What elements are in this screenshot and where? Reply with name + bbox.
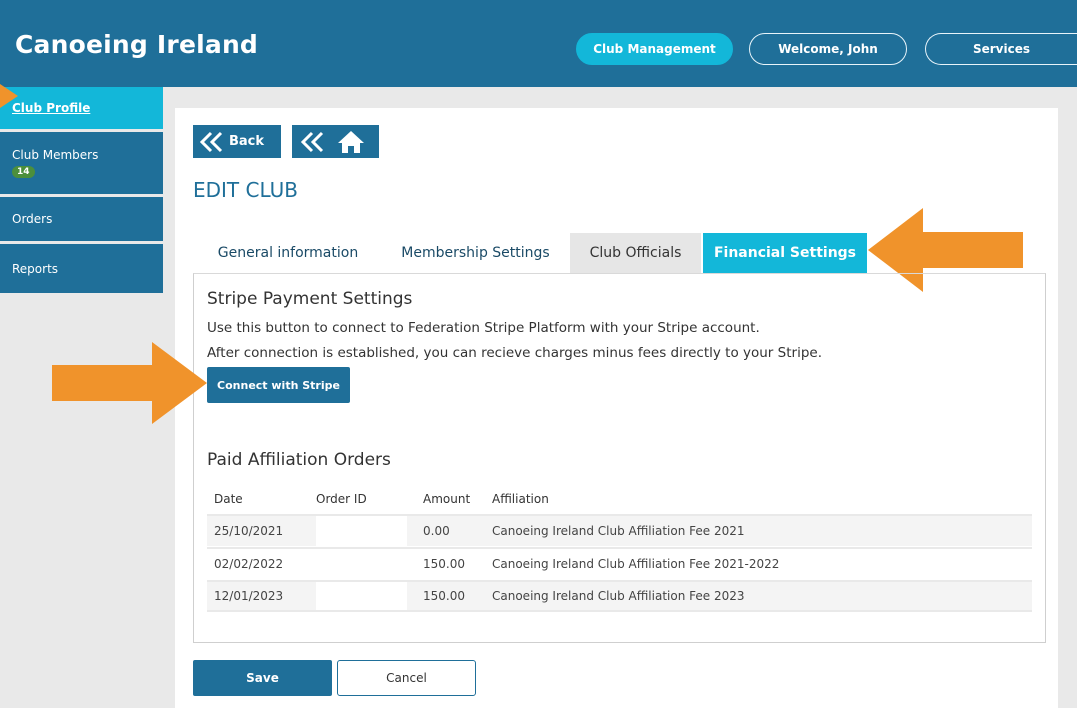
order-amount-cell: 150.00 [423, 557, 465, 571]
annotation-arrow-icon [52, 342, 207, 424]
sidebar-item-club-members[interactable]: Club Members 14 [0, 132, 163, 197]
table-row: 12/01/2023 150.00 Canoeing Ireland Club … [207, 580, 1032, 612]
double-chevron-left-icon [199, 131, 223, 152]
sidebar-item-orders[interactable]: Orders [0, 197, 163, 244]
home-icon [338, 130, 364, 153]
column-header-order-id: Order ID [316, 492, 367, 506]
sidebar-item-label: Reports [12, 261, 59, 276]
tab-general-information[interactable]: General information [193, 233, 383, 273]
app-title: Canoeing Ireland [15, 30, 259, 59]
double-chevron-left-icon [300, 131, 324, 152]
sidebar-item-reports[interactable]: Reports [0, 244, 163, 293]
top-bar: Canoeing Ireland Club Management Welcome… [0, 0, 1077, 87]
column-header-affiliation: Affiliation [492, 492, 549, 506]
tab-membership-settings[interactable]: Membership Settings [383, 233, 568, 273]
tab-financial-settings[interactable]: Financial Settings [703, 233, 867, 273]
order-id-cell [316, 582, 407, 610]
stripe-description-line-2: After connection is established, you can… [207, 345, 822, 361]
order-date-cell: 25/10/2021 [214, 524, 284, 538]
paid-affiliation-orders-heading: Paid Affiliation Orders [207, 450, 391, 470]
stripe-settings-heading: Stripe Payment Settings [207, 289, 413, 309]
save-button[interactable]: Save [193, 660, 332, 696]
back-button[interactable]: Back [193, 125, 281, 158]
sidebar-item-club-profile[interactable]: Club Profile [0, 87, 163, 132]
tab-club-officials[interactable]: Club Officials [570, 233, 701, 273]
order-id-cell [316, 516, 407, 546]
home-button[interactable] [292, 125, 379, 158]
nav-club-management-button[interactable]: Club Management [576, 33, 733, 65]
order-amount-cell: 150.00 [423, 589, 465, 603]
sidebar-item-label: Club Profile [12, 101, 91, 115]
page-title: EDIT CLUB [193, 178, 298, 202]
stripe-description-line-1: Use this button to connect to Federation… [207, 320, 760, 336]
column-header-date: Date [214, 492, 243, 506]
table-row: 25/10/2021 0.00 Canoeing Ireland Club Af… [207, 514, 1032, 546]
column-header-amount: Amount [423, 492, 471, 506]
order-affiliation-cell: Canoeing Ireland Club Affiliation Fee 20… [492, 524, 745, 538]
order-date-cell: 02/02/2022 [214, 557, 284, 571]
sidebar: Club Profile Club Members 14 Orders Repo… [0, 87, 163, 293]
order-id-cell [316, 549, 407, 579]
member-count-badge: 14 [12, 166, 35, 178]
sidebar-item-label: Club Members [12, 148, 99, 162]
annotation-arrow-icon [0, 84, 18, 108]
order-amount-cell: 0.00 [423, 524, 450, 538]
nav-welcome-button[interactable]: Welcome, John [749, 33, 907, 65]
sidebar-item-label: Orders [12, 212, 53, 226]
cancel-button[interactable]: Cancel [337, 660, 476, 696]
order-affiliation-cell: Canoeing Ireland Club Affiliation Fee 20… [492, 589, 745, 603]
back-button-label: Back [229, 134, 265, 149]
order-affiliation-cell: Canoeing Ireland Club Affiliation Fee 20… [492, 557, 780, 571]
connect-with-stripe-button[interactable]: Connect with Stripe [207, 367, 350, 403]
nav-services-button[interactable]: Services [925, 33, 1077, 65]
order-date-cell: 12/01/2023 [214, 589, 284, 603]
table-row: 02/02/2022 150.00 Canoeing Ireland Club … [207, 547, 1032, 579]
